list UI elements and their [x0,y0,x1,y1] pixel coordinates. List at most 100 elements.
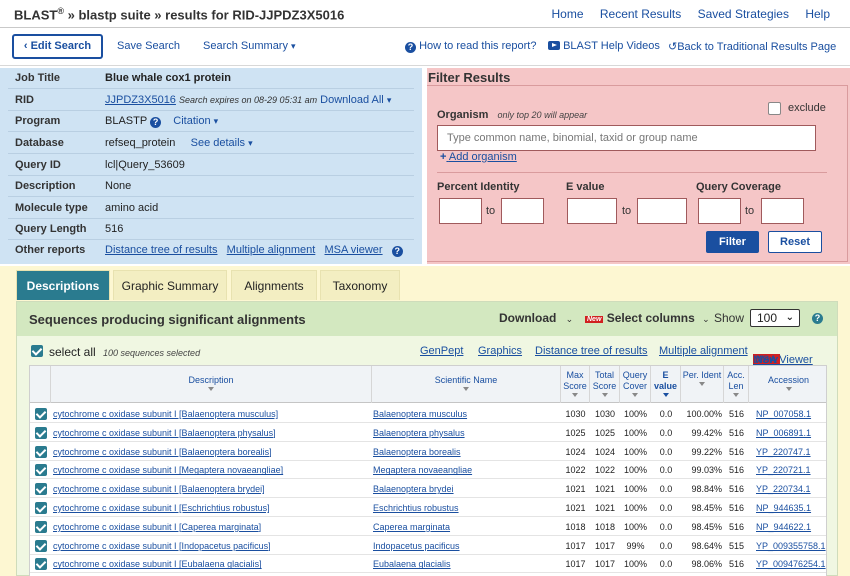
add-organism-link[interactable]: + Add organism [440,151,517,163]
scientific-name-link[interactable]: Eschrichtius robustus [373,503,459,513]
column-header-acc-len[interactable]: Acc. Len [724,366,749,403]
reset-button[interactable]: Reset [768,231,822,253]
column-header-e-value[interactable]: E value [651,366,681,403]
job-info-panel: Job Title Blue whale cox1 protein RID JJ… [0,68,422,264]
graphics-link[interactable]: Graphics [478,345,522,357]
molecule-type-value: amino acid [105,202,159,214]
results-header-bar: Sequences producing significant alignmen… [17,302,837,336]
column-header-max-score[interactable]: Max Score [561,366,590,403]
tab-descriptions[interactable]: Descriptions [16,270,110,300]
scientific-name-link[interactable]: Megaptera novaeangliae [373,465,472,475]
row-select-checkbox[interactable] [35,483,47,496]
organism-input[interactable]: Type common name, binomial, taxid or gro… [437,125,816,151]
help-icon[interactable]: ? [150,117,162,128]
scientific-name-link[interactable]: Indopacetus pacificus [373,541,460,551]
download-all-dropdown[interactable]: Download All ▾ [320,94,391,106]
accession-link[interactable]: YP_220747.1 [756,447,811,457]
column-header-description[interactable]: Description [51,366,372,403]
tab-taxonomy[interactable]: Taxonomy [320,270,400,300]
result-description-link[interactable]: cytochrome c oxidase subunit I [Eubalaen… [53,559,262,569]
e-value-min-input[interactable] [567,198,617,224]
scientific-name-link[interactable]: Balaenoptera physalus [373,428,465,438]
query-coverage-max-input[interactable] [761,198,804,224]
multiple-alignment-results-link[interactable]: Multiple alignment [659,345,748,357]
help-icon[interactable]: ? [391,246,403,257]
accession-link[interactable]: NP_944635.1 [756,503,811,513]
scientific-name-link[interactable]: Balaenoptera brydei [373,484,454,494]
result-description-link[interactable]: cytochrome c oxidase subunit I [Balaenop… [53,428,276,438]
distance-tree-link[interactable]: Distance tree of results [105,244,218,256]
e-value-max-input[interactable] [637,198,687,224]
tab-alignments[interactable]: Alignments [231,270,317,300]
max-score-cell: 1018 [565,521,586,532]
e-value-cell: 0.0 [659,484,673,495]
nav-recent-results[interactable]: Recent Results [600,7,681,21]
result-description-link[interactable]: cytochrome c oxidase subunit I [Megapter… [53,465,283,475]
row-select-checkbox[interactable] [35,426,47,439]
result-description-link[interactable]: cytochrome c oxidase subunit I [Balaenop… [53,409,278,419]
row-select-checkbox[interactable] [35,558,47,571]
row-select-checkbox[interactable] [35,539,47,552]
exclude-checkbox[interactable] [768,102,781,115]
genpept-link[interactable]: GenPept [420,345,463,357]
see-details-dropdown[interactable]: See details ▾ [191,137,253,149]
accession-link[interactable]: YP_220721.1 [756,465,811,475]
per-ident-cell: 98.45% [691,521,722,532]
nav-saved-strategies[interactable]: Saved Strategies [698,7,789,21]
tab-graphic-summary[interactable]: Graphic Summary [113,270,227,300]
nav-help[interactable]: Help [805,7,830,21]
scientific-name-link[interactable]: Balaenoptera musculus [373,409,467,419]
search-summary-dropdown[interactable]: Search Summary ▾ [203,40,296,52]
how-to-read-link[interactable]: ? How to read this report? [405,40,536,53]
accession-link[interactable]: NP_007058.1 [756,409,811,419]
per-ident-cell: 98.06% [691,559,722,570]
msa-viewer-link[interactable]: MSA viewer [325,244,383,256]
filter-button[interactable]: Filter [706,231,759,253]
back-traditional-link[interactable]: ↺Back to Traditional Results Page [668,40,836,53]
percent-identity-min-input[interactable] [439,198,482,224]
query-coverage-min-input[interactable] [698,198,741,224]
select-all-checkbox[interactable] [31,345,43,357]
result-description-link[interactable]: cytochrome c oxidase subunit I [Eschrich… [53,503,270,513]
accession-link[interactable]: NP_006891.1 [756,428,811,438]
result-description-link[interactable]: cytochrome c oxidase subunit I [Indopace… [53,541,271,551]
blast-logo-text[interactable]: BLAST [14,7,57,22]
column-header-per-ident[interactable]: Per. Ident [681,366,724,403]
accession-link[interactable]: YP_220734.1 [756,484,811,494]
column-header-total-score[interactable]: Total Score [590,366,620,403]
show-count-select[interactable]: 100 ⌄ [750,309,800,327]
row-select-checkbox[interactable] [35,502,47,514]
accession-link[interactable]: YP_009355758.1 [756,541,826,551]
row-select-checkbox[interactable] [35,408,47,420]
row-select-checkbox[interactable] [35,520,47,533]
download-dropdown[interactable]: Download ⌄ [499,311,573,325]
accession-link[interactable]: YP_009476254.1 [756,559,826,569]
citation-dropdown[interactable]: Citation ▾ [173,115,218,127]
distance-tree-results-link[interactable]: Distance tree of results [535,345,648,357]
save-search-link[interactable]: Save Search [117,40,180,52]
help-icon[interactable]: ? [812,313,823,324]
result-description-link[interactable]: cytochrome c oxidase subunit I [Balaenop… [53,447,272,457]
result-description-link[interactable]: cytochrome c oxidase subunit I [Caperea … [53,522,261,532]
select-columns-dropdown[interactable]: New Select columns ⌄ [585,311,710,325]
column-header-scientific-name[interactable]: Scientific Name [372,366,561,403]
new-badge: New [585,316,604,323]
nav-home[interactable]: Home [552,7,584,21]
result-description-link[interactable]: cytochrome c oxidase subunit I [Balaenop… [53,484,265,494]
help-videos-link[interactable]: BLAST Help Videos [548,40,660,52]
column-header-query-cover[interactable]: Query Cover [620,366,651,403]
row-select-checkbox[interactable] [35,445,47,458]
edit-search-button[interactable]: ‹ Edit Search [12,34,103,59]
column-header-accession[interactable]: Accession [749,366,826,403]
percent-identity-max-input[interactable] [501,198,544,224]
row-select-checkbox[interactable] [35,464,47,477]
chevron-down-icon: ▾ [291,41,296,51]
scientific-name-link[interactable]: Caperea marginata [373,522,450,532]
query-cover-cell: 100% [623,427,648,438]
help-icon: ? [405,42,416,53]
rid-link[interactable]: JJPDZ3X5016 [105,94,176,106]
scientific-name-link[interactable]: Balaenoptera borealis [373,447,461,457]
accession-link[interactable]: NP_944622.1 [756,522,811,532]
scientific-name-link[interactable]: Eubalaena glacialis [373,559,451,569]
multiple-alignment-link[interactable]: Multiple alignment [227,244,316,256]
